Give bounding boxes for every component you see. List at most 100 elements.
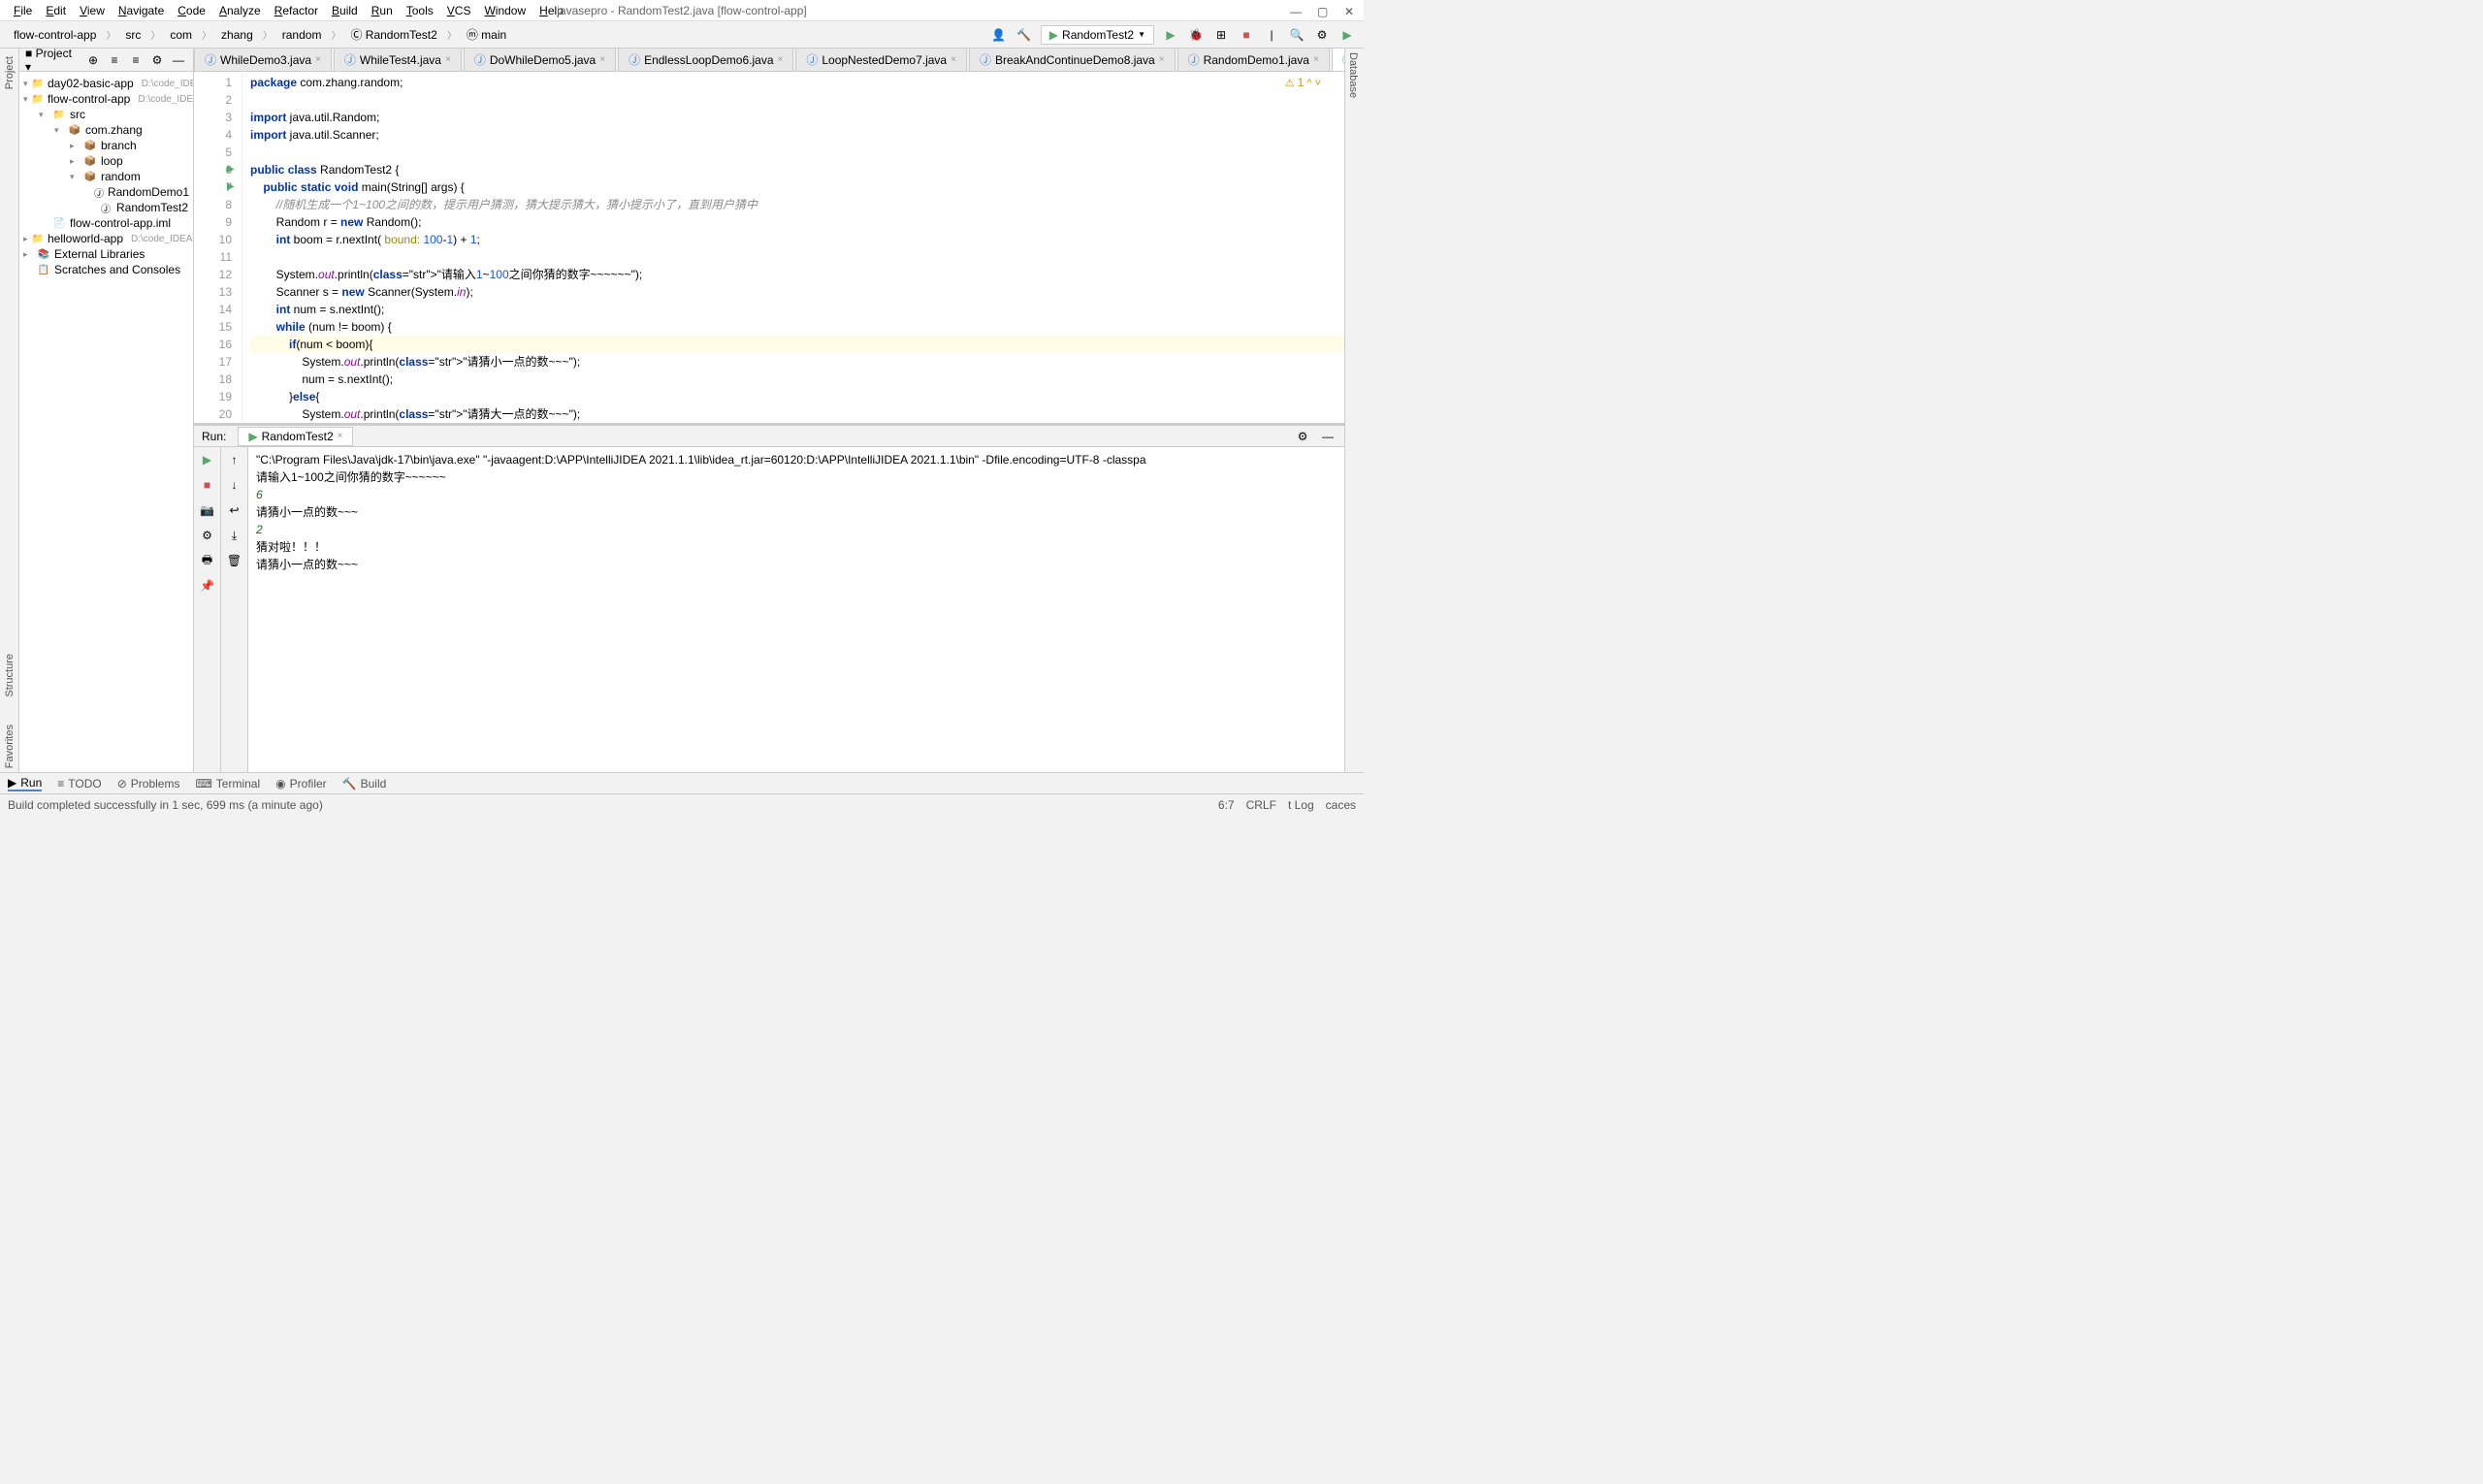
expand-all-icon[interactable]: ≡ [106,51,123,69]
editor-tab-BreakAndContinueDemo8[interactable]: ⒿBreakAndContinueDemo8.java× [969,48,1176,71]
code-editor[interactable]: package com.zhang.random;import java.uti… [242,72,1344,423]
gutter-line[interactable]: 11 [196,248,232,266]
tree-item-scratches-and-consoles[interactable]: 📋Scratches and Consoles [19,262,193,277]
collapse-all-icon[interactable]: ≡ [127,51,145,69]
code-line[interactable]: int num = s.nextInt(); [250,301,1344,318]
gutter-line[interactable]: 2 [196,91,232,109]
gutter-line[interactable]: 20 [196,405,232,423]
status-item[interactable]: CRLF [1246,798,1276,812]
editor-tab-WhileTest4[interactable]: ⒿWhileTest4.java× [334,48,462,71]
bottom-tab-profiler[interactable]: ◉Profiler [275,777,327,790]
select-file-icon[interactable]: ⊕ [84,51,102,69]
close-icon[interactable]: × [445,54,451,65]
run-tab[interactable]: ▶ RandomTest2 × [238,427,353,446]
bottom-tab-terminal[interactable]: ⌨Terminal [195,777,260,790]
menu-item-vcs[interactable]: VCS [441,2,477,19]
close-icon[interactable]: × [315,54,321,65]
gutter-line[interactable]: 1 [196,74,232,91]
gutter-line[interactable]: 10 [196,231,232,248]
menu-item-view[interactable]: View [74,2,111,19]
code-line[interactable]: }else{ [250,388,1344,405]
code-line[interactable]: public static void main(String[] args) { [250,178,1344,196]
panel-settings-icon[interactable]: ⚙ [148,51,166,69]
code-line[interactable]: System.out.println(class="str">"请猜大一点的数~… [250,405,1344,423]
tree-item-random[interactable]: ▾📦random [19,169,193,184]
code-line[interactable] [250,91,1344,109]
search-button[interactable]: 🔍 [1288,26,1306,44]
menu-item-refactor[interactable]: Refactor [269,2,324,19]
code-line[interactable]: import java.util.Scanner; [250,126,1344,144]
tree-item-branch[interactable]: ▸📦branch [19,138,193,153]
menu-item-file[interactable]: File [8,2,38,19]
print-icon[interactable]: 🖶 [199,552,216,569]
gutter-line[interactable]: 5 [196,144,232,161]
stop-button[interactable]: ■ [1238,26,1255,44]
gutter-line[interactable]: 3 [196,109,232,126]
gutter-line[interactable]: 9 [196,213,232,231]
run-line-icon[interactable]: ▶ [227,161,235,178]
editor-tab-RandomTest2[interactable]: ⒿRandomTest2.java× [1332,48,1344,71]
code-line[interactable]: while (num != boom) { [250,318,1344,336]
coverage-button[interactable]: ⊞ [1212,26,1230,44]
user-icon[interactable]: 👤 [990,26,1008,44]
project-tool-tab[interactable]: Project [4,52,16,93]
scroll-icon[interactable]: ⤓ [226,527,243,544]
gutter-line[interactable]: 12 [196,266,232,283]
code-line[interactable] [250,144,1344,161]
gutter-line[interactable]: 16 [196,336,232,353]
breadcrumb-zhang[interactable]: zhang [215,26,259,44]
close-icon[interactable]: × [1159,54,1165,65]
menu-item-analyze[interactable]: Analyze [213,2,267,19]
gutter-line[interactable]: 8 [196,196,232,213]
code-line[interactable]: Scanner s = new Scanner(System.in); [250,283,1344,301]
hide-panel-icon[interactable]: — [170,51,187,69]
project-tree[interactable]: ▾📁day02-basic-appD:\code_IDE▾📁flow-contr… [19,72,193,772]
gutter-line[interactable]: 14 [196,301,232,318]
gutter-line[interactable]: 4 [196,126,232,144]
status-item[interactable]: t Log [1288,798,1314,812]
code-line[interactable]: System.out.println(class="str">"请猜小一点的数~… [250,353,1344,371]
debug-button[interactable]: 🐞 [1187,26,1205,44]
close-icon[interactable]: × [951,54,956,65]
code-line[interactable]: public class RandomTest2 { [250,161,1344,178]
breadcrumb-random[interactable]: random [276,26,328,44]
tree-item-external-libraries[interactable]: ▸📚External Libraries [19,246,193,262]
breadcrumb-src[interactable]: src [119,26,146,44]
hide-run-icon[interactable]: — [1319,428,1337,445]
bottom-tab-run[interactable]: ▶Run [8,776,42,791]
build-button[interactable]: 🔨 [1016,26,1033,44]
editor-tab-DoWhileDemo5[interactable]: ⒿDoWhileDemo5.java× [464,48,616,71]
tree-item-com-zhang[interactable]: ▾📦com.zhang [19,122,193,138]
run-config-selector[interactable]: ▶ RandomTest2 ▼ [1041,25,1154,45]
tree-item-src[interactable]: ▾📁src [19,107,193,122]
maximize-button[interactable]: ▢ [1317,5,1329,16]
close-icon[interactable]: × [599,54,605,65]
run-anything-button[interactable]: ▶ [1338,26,1356,44]
status-item[interactable]: caces [1326,798,1356,812]
gutter-line[interactable]: 13 [196,283,232,301]
bottom-tab-problems[interactable]: ⊘Problems [117,777,180,790]
database-tool-tab[interactable]: Database [1345,48,1361,102]
code-line[interactable]: num = s.nextInt(); [250,371,1344,388]
menu-item-build[interactable]: Build [326,2,364,19]
stop-run-button[interactable]: ■ [199,476,216,494]
tree-item-randomtest2[interactable]: ⒿRandomTest2 [19,200,193,215]
menu-item-run[interactable]: Run [366,2,399,19]
breadcrumb-flow-control-app[interactable]: flow-control-app [8,26,102,44]
console-output[interactable]: "C:\Program Files\Java\jdk-17\bin\java.e… [248,447,1344,772]
tree-item-day02-basic-app[interactable]: ▾📁day02-basic-appD:\code_IDE [19,76,193,91]
bottom-tab-build[interactable]: 🔨Build [342,777,387,790]
gutter-line[interactable]: 18 [196,371,232,388]
menu-item-window[interactable]: Window [478,2,532,19]
up-icon[interactable]: ↑ [226,451,243,468]
tree-item-loop[interactable]: ▸📦loop [19,153,193,169]
camera-icon[interactable]: 📷 [199,501,216,519]
close-icon[interactable]: × [778,54,784,65]
code-line[interactable]: System.out.println(class="str">"请输入1~100… [250,266,1344,283]
editor-tab-WhileDemo3[interactable]: ⒿWhileDemo3.java× [194,48,332,71]
tree-item-helloworld-app[interactable]: ▸📁helloworld-appD:\code_IDEA [19,231,193,246]
tools-icon[interactable]: ⚙ [199,527,216,544]
editor-tab-EndlessLoopDemo6[interactable]: ⒿEndlessLoopDemo6.java× [618,48,793,71]
status-item[interactable]: 6:7 [1218,798,1235,812]
menu-item-edit[interactable]: Edit [40,2,72,19]
